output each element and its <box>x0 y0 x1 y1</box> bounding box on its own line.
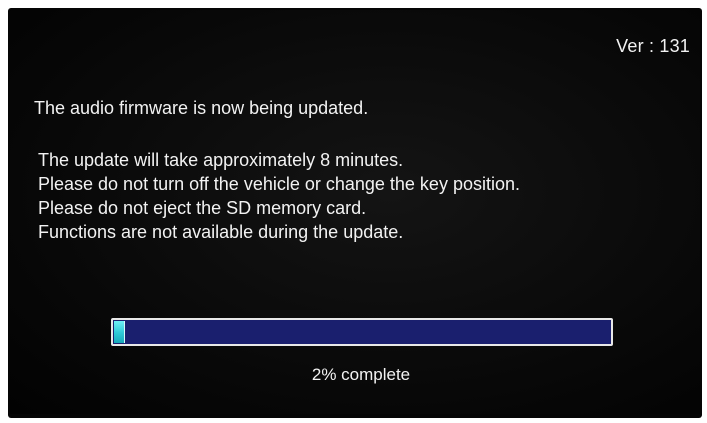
progress-bar <box>111 318 613 346</box>
instruction-sd-card: Please do not eject the SD memory card. <box>38 198 367 218</box>
update-screen: Ver : 131 The audio firmware is now bein… <box>10 10 700 414</box>
instruction-vehicle-power: Please do not turn off the vehicle or ch… <box>38 174 520 194</box>
version-label: Ver : 131 <box>616 36 690 56</box>
progress-label: 2% complete <box>311 365 411 384</box>
update-heading: The audio firmware is now being updated. <box>34 98 369 118</box>
display-bezel: Ver : 131 The audio firmware is now bein… <box>8 8 702 418</box>
instruction-functions-unavailable: Functions are not available during the u… <box>38 222 404 242</box>
progress-bar-fill <box>114 321 125 343</box>
update-instructions: The update will take approximately 8 min… <box>38 148 520 244</box>
instruction-duration: The update will take approximately 8 min… <box>38 150 404 170</box>
